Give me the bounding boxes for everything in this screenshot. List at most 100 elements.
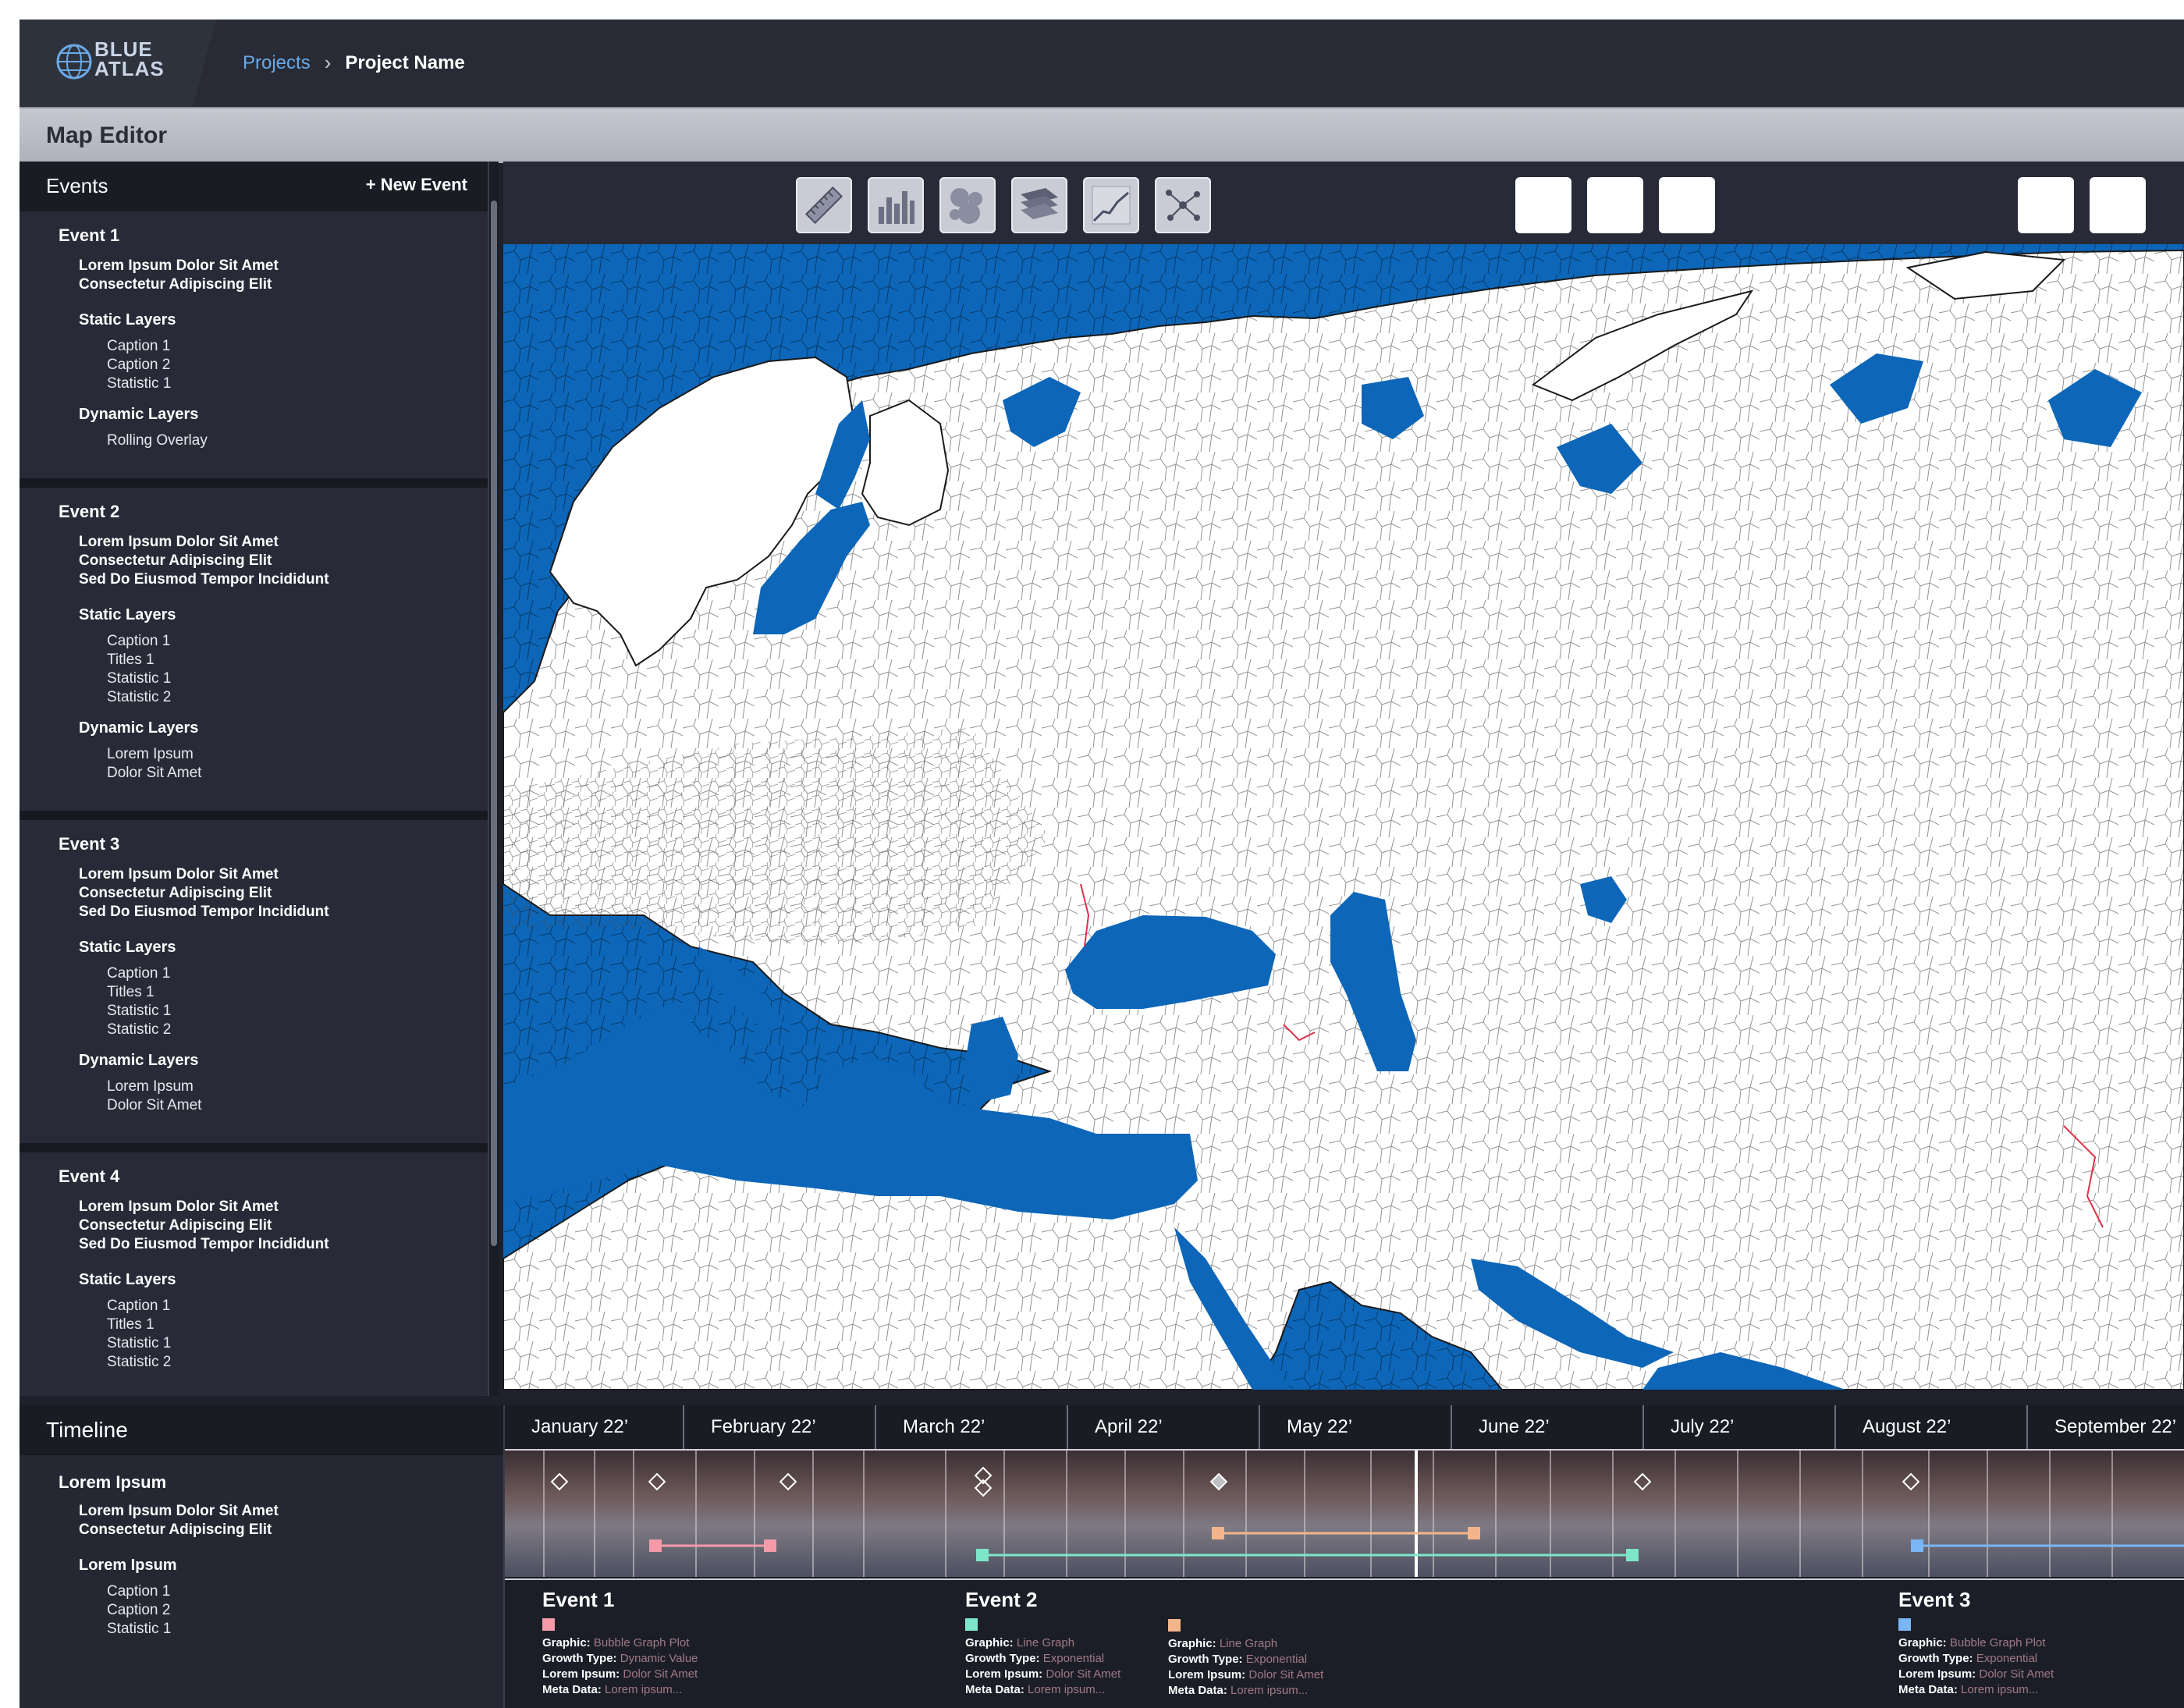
field-label: Growth Type:	[1168, 1653, 1243, 1666]
month-column[interactable]: April 22’	[1068, 1405, 1260, 1449]
card-row: Growth Type: Exponential	[1168, 1652, 1323, 1667]
breadcrumb-projects-link[interactable]: Projects	[243, 52, 311, 74]
event-description-line: Lorem Ipsum Dolor Sit Amet	[79, 534, 279, 550]
month-column[interactable]: September 22’	[2028, 1405, 2184, 1449]
layer-item[interactable]: Statistic 2	[107, 688, 488, 707]
static-layers-heading: Static Layers	[79, 311, 176, 328]
toolbar-blank-button[interactable]	[1515, 177, 1571, 233]
network-icon	[1166, 190, 1200, 221]
layer-item[interactable]: Statistic 1	[107, 1002, 488, 1021]
layer-item[interactable]: Rolling Overlay	[107, 431, 488, 450]
month-column[interactable]: August 22’	[1836, 1405, 2028, 1449]
dynamic-layers-list: Lorem Ipsum Dolor Sit Amet	[20, 1078, 488, 1115]
event-description: Lorem Ipsum Dolor Sit Amet Consectetur A…	[79, 865, 488, 921]
timeline-track[interactable]	[505, 1451, 2184, 1577]
timeline-title: Timeline	[46, 1418, 128, 1442]
toolbar-blank-button[interactable]	[1659, 177, 1715, 233]
toolbar-blank-button[interactable]	[1587, 177, 1643, 233]
graphic-value: Bubble Graph Plot	[1949, 1636, 2046, 1649]
layer-item[interactable]: Caption 1	[107, 337, 488, 356]
month-column[interactable]: March 22’	[876, 1405, 1068, 1449]
timeline-header: Timeline	[20, 1405, 503, 1455]
card-row: Lorem Ipsum: Dolor Sit Amet	[965, 1667, 1120, 1682]
event-description-line: Consectetur Adipiscing Elit	[79, 1217, 272, 1234]
page-title: Map Editor	[46, 123, 167, 148]
month-column[interactable]: February 22’	[684, 1405, 876, 1449]
month-column[interactable]: July 22’	[1644, 1405, 1836, 1449]
event-description-line: Lorem Ipsum Dolor Sit Amet	[79, 257, 279, 274]
card-row: Meta Data: Lorem ipsum...	[1168, 1683, 1323, 1699]
event-card-3[interactable]: Event 3 Lorem Ipsum Dolor Sit Amet Conse…	[20, 820, 488, 1152]
graphic-value: Bubble Graph Plot	[593, 1636, 690, 1649]
layer-item[interactable]: Lorem Ipsum	[107, 745, 488, 764]
layer-item[interactable]: Statistic 1	[107, 1334, 488, 1353]
layer-item[interactable]: Statistic 1	[107, 669, 488, 688]
layer-item[interactable]: Statistic 2	[107, 1021, 488, 1039]
layer-item[interactable]: Dolor Sit Amet	[107, 1096, 488, 1115]
eurasia-map[interactable]	[503, 244, 2184, 1390]
card-row: Meta Data: Lorem ipsum...	[965, 1682, 1120, 1698]
event-description: Lorem Ipsum Dolor Sit Amet Consectetur A…	[79, 1198, 488, 1254]
new-event-button[interactable]: + New Event	[366, 175, 467, 195]
timeline-item[interactable]: Caption 1	[107, 1582, 503, 1601]
layer-item[interactable]: Dolor Sit Amet	[107, 764, 488, 783]
bubble-chart-tool-button[interactable]	[939, 177, 996, 233]
toolbar-blank-button[interactable]	[2018, 177, 2074, 233]
bar-chart-tool-button[interactable]	[868, 177, 924, 233]
month-column[interactable]: May 22’	[1260, 1405, 1452, 1449]
ruler-icon	[804, 186, 843, 225]
timeline-card-event-2-secondary[interactable]: Graphic: Line Graph Growth Type: Exponen…	[1168, 1619, 1323, 1699]
line-chart-tool-button[interactable]	[1083, 177, 1139, 233]
layer-item[interactable]: Caption 1	[107, 632, 488, 651]
month-column[interactable]: June 22’	[1452, 1405, 1644, 1449]
toolbar-blank-button[interactable]	[2090, 177, 2146, 233]
layer-item[interactable]: Statistic 1	[107, 375, 488, 393]
events-scrollbar-thumb[interactable]	[491, 201, 497, 1246]
timeline-item[interactable]: Statistic 1	[107, 1620, 503, 1639]
meta-value: Lorem ipsum...	[1230, 1684, 1309, 1697]
card-row: Lorem Ipsum: Dolor Sit Amet	[1898, 1667, 2054, 1682]
logo-area[interactable]: BLUE ATLAS	[20, 20, 216, 107]
timeline-card-event-3[interactable]: Event 3 Graphic: Bubble Graph Plot Growt…	[1898, 1588, 2054, 1698]
event-card-4[interactable]: Event 4 Lorem Ipsum Dolor Sit Amet Conse…	[20, 1152, 488, 1396]
dynamic-layers-heading: Dynamic Layers	[79, 1052, 199, 1069]
field-label: Lorem Ipsum:	[1168, 1668, 1246, 1681]
timeline-item[interactable]: Caption 2	[107, 1601, 503, 1620]
dynamic-layers-heading: Dynamic Layers	[79, 406, 199, 423]
event-title: Event 1	[59, 225, 120, 245]
map-canvas[interactable]	[503, 244, 2184, 1390]
card-row: Growth Type: Dynamic Value	[542, 1651, 698, 1667]
layer-item[interactable]: Titles 1	[107, 983, 488, 1002]
month-column[interactable]: January 22’	[505, 1405, 684, 1449]
event-card-2[interactable]: Event 2 Lorem Ipsum Dolor Sit Amet Conse…	[20, 488, 488, 820]
layer-item[interactable]: Caption 1	[107, 964, 488, 983]
top-bar: BLUE ATLAS Projects › Project Name	[20, 20, 2184, 107]
month-label: August 22’	[1863, 1416, 1951, 1437]
card-title: Event 1	[542, 1588, 615, 1611]
globe-icon	[56, 44, 92, 80]
timeline-card-event-2[interactable]: Event 2 Graphic: Line Graph Growth Type:…	[965, 1588, 1120, 1698]
layer-item[interactable]: Caption 1	[107, 1297, 488, 1316]
field-label: Meta Data:	[1168, 1684, 1227, 1697]
bubble-chart-icon	[950, 188, 982, 224]
card-title: Event 2	[965, 1588, 1038, 1611]
card-row: Graphic: Line Graph	[1168, 1636, 1323, 1652]
timeline-area[interactable]: January 22’ February 22’ March 22’ April…	[503, 1405, 2184, 1708]
timeline-months: January 22’ February 22’ March 22’ April…	[505, 1405, 2184, 1451]
timeline-description-line: Consectetur Adipiscing Elit	[79, 1522, 272, 1538]
layers-tool-button[interactable]	[1011, 177, 1067, 233]
static-layers-list: Caption 1 Titles 1 Statistic 1 Statistic…	[20, 1297, 488, 1372]
layer-item[interactable]: Titles 1	[107, 1316, 488, 1334]
layer-item[interactable]: Titles 1	[107, 651, 488, 669]
ruler-tool-button[interactable]	[796, 177, 852, 233]
layer-item[interactable]: Statistic 2	[107, 1353, 488, 1372]
timeline-card-event-1[interactable]: Event 1 Graphic: Bubble Graph Plot Growt…	[542, 1588, 698, 1698]
layer-item[interactable]: Lorem Ipsum	[107, 1078, 488, 1096]
month-label: February 22’	[711, 1416, 816, 1437]
dynamic-layers-list: Rolling Overlay	[20, 431, 488, 450]
network-tool-button[interactable]	[1155, 177, 1211, 233]
color-swatch	[542, 1618, 555, 1631]
event-card-1[interactable]: Event 1 Lorem Ipsum Dolor Sit Amet Conse…	[20, 211, 488, 488]
layer-item[interactable]: Caption 2	[107, 356, 488, 375]
field-label: Lorem Ipsum:	[542, 1667, 620, 1681]
